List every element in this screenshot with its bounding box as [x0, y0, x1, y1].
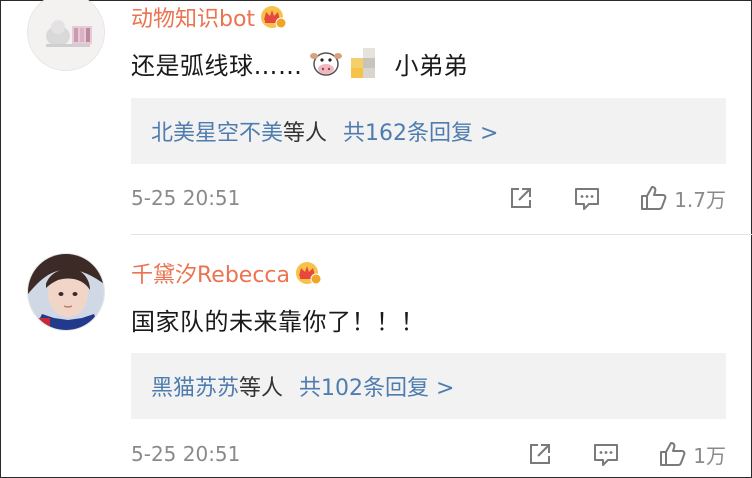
username-text[interactable]: 动物知识bot [131, 1, 255, 33]
comment-text-body: 国家队的未来靠你了！！！ [131, 307, 425, 336]
comment-divider [131, 234, 752, 235]
reply-count-link[interactable]: 共102条回复 > [299, 370, 454, 402]
vip-crown-icon [296, 262, 322, 285]
reply-count-link[interactable]: 共162条回复 > [343, 115, 498, 147]
like-count: 1万 [693, 443, 726, 468]
action-bar: 1万 [525, 439, 726, 469]
action-bar: 1.7万 [506, 183, 726, 213]
share-icon[interactable] [525, 439, 555, 469]
reply-summary[interactable]: 黑猫苏苏 等人 共102条回复 > [131, 353, 726, 419]
comment-text-part-1: 还是弧线球…… [131, 51, 303, 80]
avatar[interactable] [27, 253, 105, 331]
comment-text: 还是弧线球…… 小弟弟 [131, 45, 468, 81]
comment-icon[interactable] [572, 183, 602, 213]
avatar[interactable] [27, 0, 105, 71]
reply-names[interactable]: 黑猫苏苏 [151, 370, 239, 402]
reply-summary[interactable]: 北美星空不美 等人 共162条回复 > [131, 98, 726, 164]
vip-crown-icon [261, 6, 287, 29]
username-text[interactable]: 千黛汐Rebecca [131, 257, 290, 289]
reply-deng: 等人 [283, 121, 328, 146]
reply-deng: 等人 [239, 376, 284, 401]
like-icon[interactable] [638, 183, 668, 213]
like-count: 1.7万 [674, 187, 726, 212]
timestamp: 5-25 20:51 [131, 186, 241, 210]
comment-meta: 5-25 20:51 1.7万 [131, 183, 726, 213]
cow-emoji-icon [309, 52, 342, 76]
comment-meta: 5-25 20:51 1万 [131, 439, 726, 469]
username[interactable]: 动物知识bot [131, 1, 287, 33]
timestamp: 5-25 20:51 [131, 442, 241, 466]
like-icon[interactable] [657, 439, 687, 469]
share-icon[interactable] [506, 183, 536, 213]
pixelated-emoji-icon [350, 48, 375, 78]
username[interactable]: 千黛汐Rebecca [131, 257, 322, 289]
comment-text-part-2: 小弟弟 [394, 51, 468, 80]
reply-names[interactable]: 北美星空不美 [151, 115, 283, 147]
comment-text: 国家队的未来靠你了！！！ [131, 301, 425, 337]
comment-icon[interactable] [591, 439, 621, 469]
